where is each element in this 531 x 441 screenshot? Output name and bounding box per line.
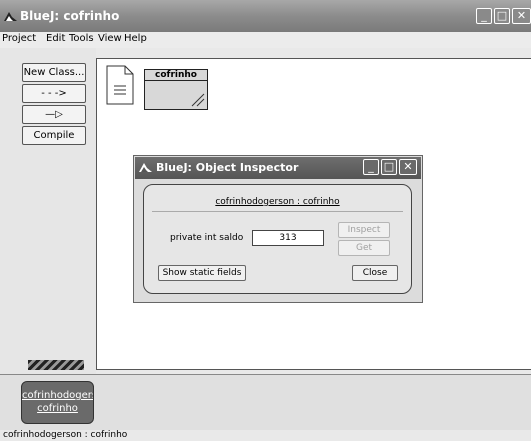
- bluej-logo-icon: [139, 162, 152, 176]
- bench-object-class: cofrinho: [37, 403, 78, 414]
- dialog-title: BlueJ: Object Inspector: [156, 161, 299, 174]
- bench-object-cofrinhodogerson[interactable]: cofrinhodogerson cofrinho: [21, 381, 94, 424]
- readme-note-icon[interactable]: [106, 65, 134, 105]
- menu-bar: Project Edit Tools View Help: [0, 32, 531, 48]
- header-divider: [152, 211, 403, 212]
- dialog-minimize-button[interactable]: _: [363, 159, 379, 175]
- status-bar: cofrinhodogerson : cofrinho: [0, 430, 531, 441]
- inspect-button[interactable]: Inspect: [338, 222, 390, 238]
- resize-handle-icon[interactable]: [191, 93, 205, 107]
- maximize-icon: □: [383, 160, 395, 173]
- show-static-fields-button[interactable]: Show static fields: [158, 265, 246, 281]
- class-box-cofrinho[interactable]: cofrinho: [144, 69, 208, 110]
- close-icon: ✕: [516, 9, 527, 22]
- close-dialog-button[interactable]: Close: [352, 265, 398, 281]
- close-button[interactable]: ✕: [512, 8, 531, 24]
- window-titlebar[interactable]: BlueJ: cofrinho _ □ ✕: [0, 0, 531, 32]
- uses-arrow-button[interactable]: - - ->: [22, 84, 86, 103]
- field-label: private int saldo: [170, 233, 244, 243]
- menu-edit[interactable]: Edit: [46, 33, 65, 44]
- minimize-icon: _: [481, 9, 487, 22]
- class-box-name: cofrinho: [145, 70, 207, 81]
- bench-object-name: cofrinhodogerson: [22, 390, 93, 401]
- window-title: BlueJ: cofrinho: [20, 9, 120, 23]
- inspector-panel: cofrinhodogerson : cofrinho private int …: [143, 184, 412, 294]
- menu-tools[interactable]: Tools: [69, 33, 94, 44]
- object-header: cofrinhodogerson : cofrinho: [215, 197, 340, 207]
- menu-help[interactable]: Help: [124, 33, 147, 44]
- menu-project[interactable]: Project: [2, 33, 36, 44]
- dialog-close-button[interactable]: ✕: [399, 159, 417, 175]
- object-inspector-dialog: BlueJ: Object Inspector _ □ ✕ cofrinhodo…: [133, 155, 423, 303]
- compile-button[interactable]: Compile: [22, 126, 86, 145]
- minimize-button[interactable]: _: [476, 8, 492, 24]
- get-button[interactable]: Get: [338, 240, 390, 256]
- field-value[interactable]: 313: [252, 230, 324, 246]
- new-class-button[interactable]: New Class...: [22, 63, 86, 82]
- maximize-button[interactable]: □: [494, 8, 510, 24]
- menu-view[interactable]: View: [98, 33, 122, 44]
- inherit-arrow-button[interactable]: —▷: [22, 105, 86, 124]
- bluej-logo-icon: [4, 11, 17, 22]
- close-icon: ✕: [403, 160, 413, 173]
- machine-activity-indicator: [28, 360, 84, 370]
- dialog-maximize-button[interactable]: □: [381, 159, 397, 175]
- status-text: cofrinhodogerson : cofrinho: [3, 430, 128, 440]
- dialog-titlebar[interactable]: BlueJ: Object Inspector _ □ ✕: [135, 157, 421, 179]
- minimize-icon: _: [368, 160, 374, 173]
- maximize-icon: □: [496, 9, 508, 22]
